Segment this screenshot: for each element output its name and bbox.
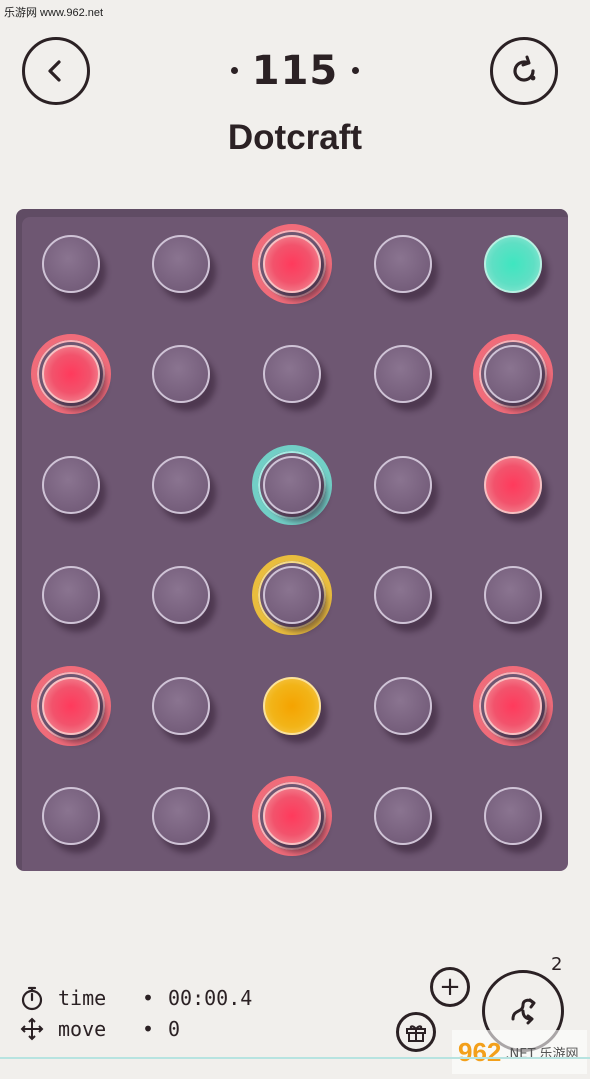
level-dot-left bbox=[230, 66, 238, 74]
red-dot[interactable] bbox=[263, 235, 321, 293]
empty-slot[interactable] bbox=[484, 345, 542, 403]
move-arrows-icon bbox=[18, 1015, 46, 1043]
teal-dot[interactable] bbox=[484, 235, 542, 293]
move-value: 0 bbox=[168, 1016, 181, 1041]
move-label: move bbox=[58, 1016, 107, 1041]
level-dot-right bbox=[352, 66, 360, 74]
empty-slot[interactable] bbox=[374, 345, 432, 403]
empty-slot[interactable] bbox=[152, 787, 210, 845]
red-dot[interactable] bbox=[484, 677, 542, 735]
red-dot[interactable] bbox=[42, 677, 100, 735]
empty-slot[interactable] bbox=[152, 566, 210, 624]
empty-slot[interactable] bbox=[42, 787, 100, 845]
red-dot[interactable] bbox=[42, 345, 100, 403]
empty-slot[interactable] bbox=[263, 345, 321, 403]
empty-slot[interactable] bbox=[152, 345, 210, 403]
empty-slot[interactable] bbox=[152, 456, 210, 514]
empty-slot[interactable] bbox=[374, 456, 432, 514]
empty-slot[interactable] bbox=[374, 677, 432, 735]
move-separator: • bbox=[142, 1016, 155, 1041]
reset-icon bbox=[513, 55, 536, 82]
hint-swap-icon bbox=[511, 998, 536, 1025]
empty-slot[interactable] bbox=[42, 566, 100, 624]
hint-count: 2 bbox=[551, 954, 563, 975]
game-board bbox=[16, 209, 568, 871]
stopwatch-icon bbox=[18, 984, 46, 1012]
red-dot[interactable] bbox=[263, 787, 321, 845]
empty-slot[interactable] bbox=[152, 235, 210, 293]
game-title: Dotcraft bbox=[227, 118, 363, 157]
gift-button[interactable] bbox=[396, 1012, 436, 1052]
add-hint-button[interactable]: + bbox=[430, 967, 470, 1007]
time-label: time bbox=[58, 985, 107, 1010]
empty-slot[interactable] bbox=[484, 787, 542, 845]
time-value: 00:00.4 bbox=[168, 985, 253, 1010]
level-number: 115 bbox=[251, 48, 339, 94]
time-row: time • 00:00.4 bbox=[18, 982, 252, 1013]
bottom-divider bbox=[0, 1057, 590, 1059]
empty-slot[interactable] bbox=[42, 456, 100, 514]
red-dot[interactable] bbox=[484, 456, 542, 514]
watermark-logo: 962 bbox=[458, 1036, 502, 1067]
empty-slot[interactable] bbox=[263, 566, 321, 624]
watermark-top: 乐游网 www.962.net bbox=[4, 7, 104, 19]
empty-slot[interactable] bbox=[42, 235, 100, 293]
empty-slot[interactable] bbox=[374, 235, 432, 293]
watermark-bottom: 962 .NET 乐游网 bbox=[452, 1030, 587, 1074]
empty-slot[interactable] bbox=[374, 566, 432, 624]
stats-panel: time • 00:00.4 move • 0 bbox=[18, 982, 252, 1044]
gift-icon bbox=[406, 1025, 426, 1042]
move-row: move • 0 bbox=[18, 1013, 252, 1044]
empty-slot[interactable] bbox=[374, 787, 432, 845]
empty-slot[interactable] bbox=[263, 456, 321, 514]
empty-slot[interactable] bbox=[152, 677, 210, 735]
yellow-dot[interactable] bbox=[263, 677, 321, 735]
empty-slot[interactable] bbox=[484, 566, 542, 624]
time-separator: • bbox=[142, 985, 155, 1010]
reset-button[interactable] bbox=[490, 37, 558, 105]
